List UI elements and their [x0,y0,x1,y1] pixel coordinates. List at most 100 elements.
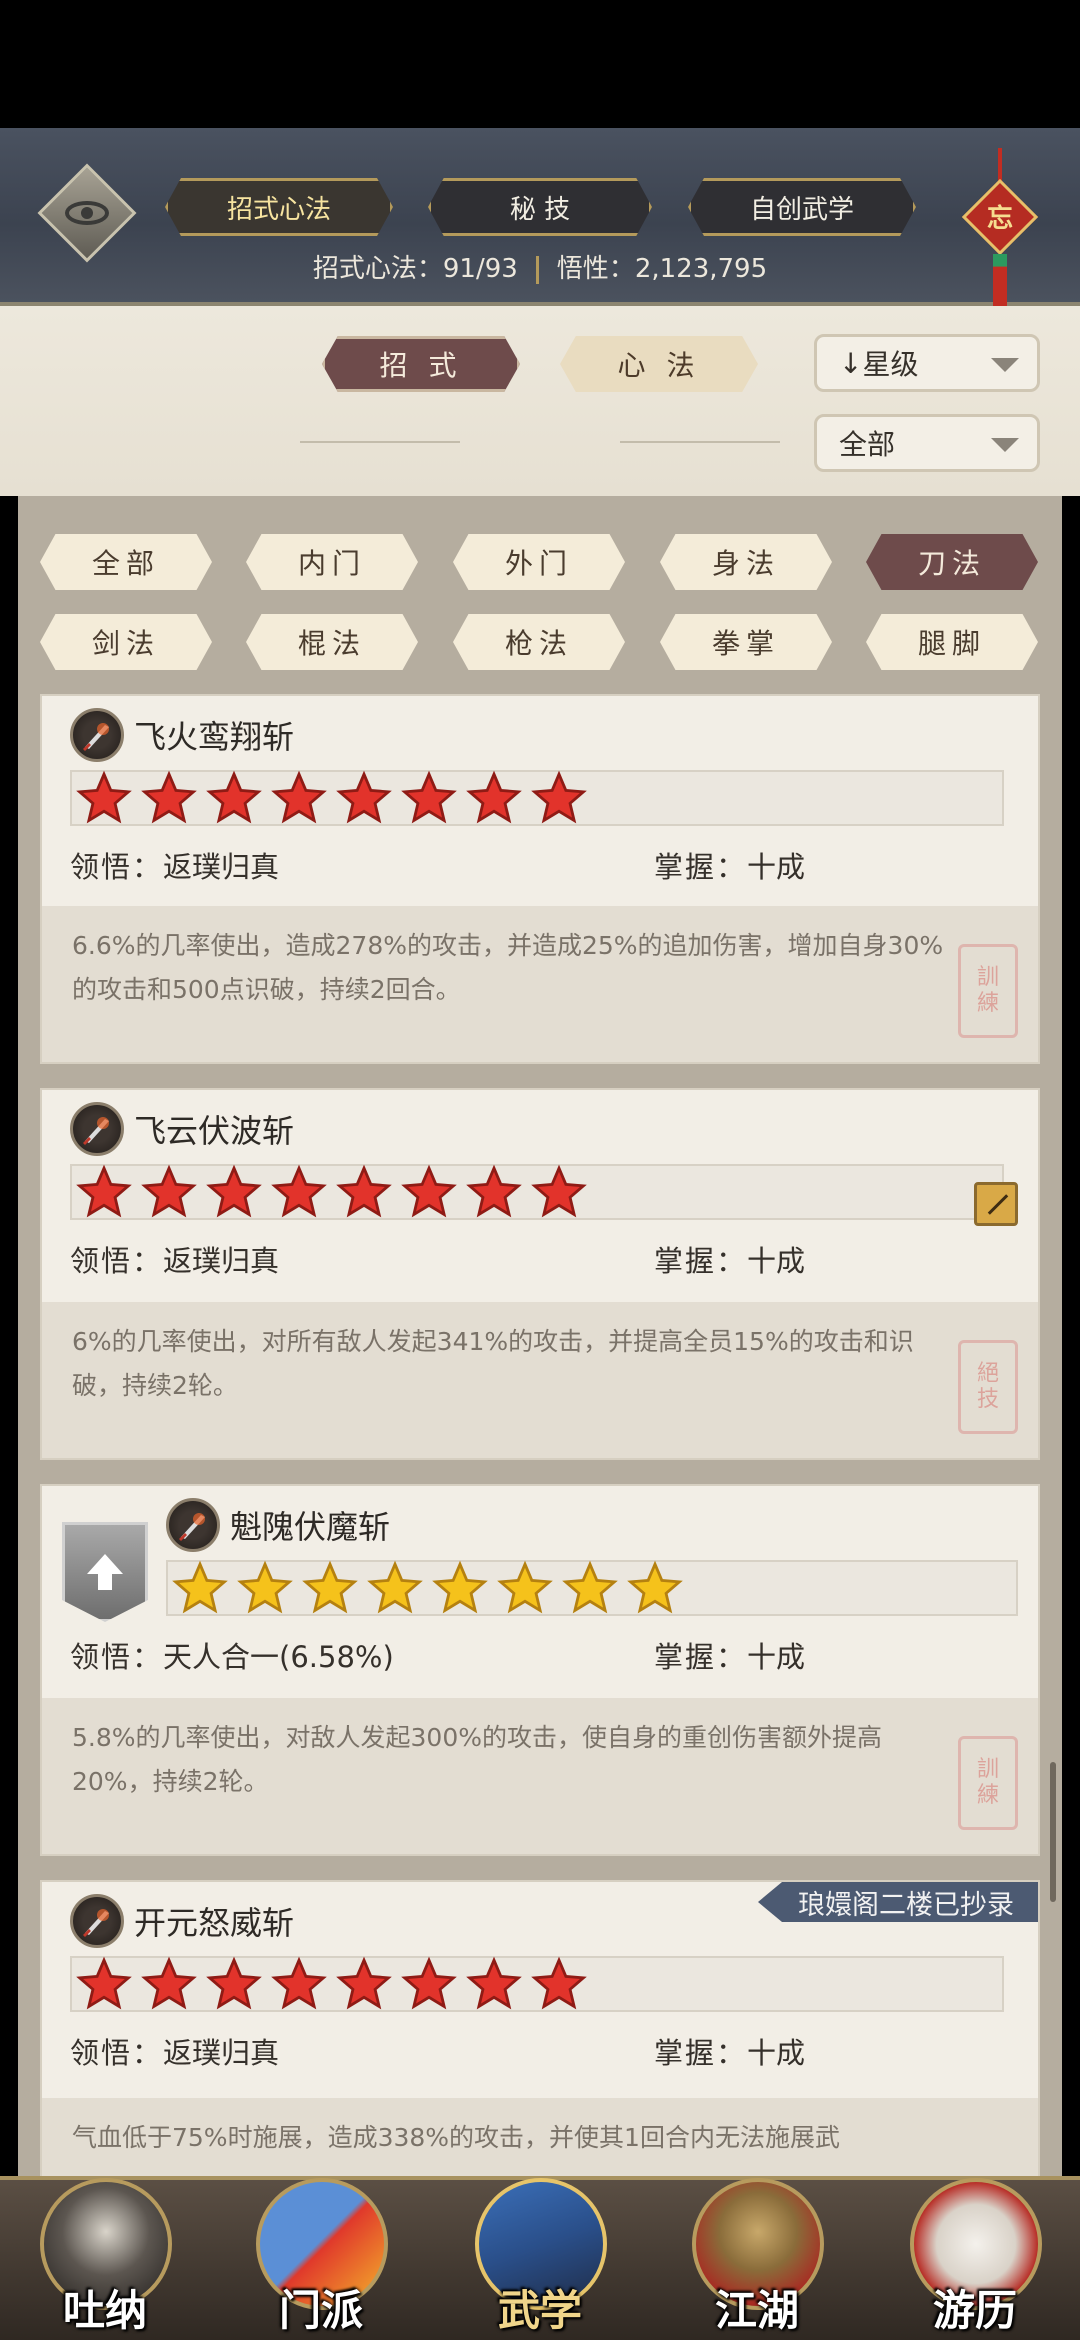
star-rating [70,1164,1004,1220]
skill-description: 5.8%的几率使出，对敌人发起300%的攻击，使自身的重创伤害额外提高20%，持… [42,1698,1038,1854]
category-chip-sword[interactable]: 剑法 [40,614,212,670]
seal-stamp-icon: 訓練 [958,1736,1018,1830]
mastery-value: 十成 [747,1640,806,1674]
insight-value: 2,123,795 [634,254,768,284]
nav-label: 江湖 [714,2286,799,2335]
skill-name: 飞云伏波斩 [134,1112,295,1150]
star-icon [562,1560,618,1614]
seal-stamp-icon: 絕技 [958,1340,1018,1434]
star-icon [141,770,197,824]
divider-right [620,441,780,443]
star-icon [271,770,327,824]
category-chip-spear[interactable]: 枪法 [453,614,625,670]
star-rating [166,1560,1018,1616]
tab-secret-skills[interactable]: 秘 技 [428,178,652,236]
star-icon [206,1956,262,2010]
comprehension-label: 领悟： [70,1640,164,1674]
star-icon [302,1560,358,1614]
mastery-label: 掌握： [654,850,748,884]
star-icon [497,1560,553,1614]
scope-dropdown[interactable]: 全部 [814,414,1040,472]
skill-card[interactable]: 飞云伏波斩 领悟：返璞归真 掌握：十成 6%的几率使出，对所有敌人发起341%的… [40,1088,1040,1460]
nav-travel[interactable]: 游历 [890,2170,1060,2340]
insight-label: 悟性： [556,254,635,284]
star-icon [336,1164,392,1218]
star-icon [206,770,262,824]
star-icon [401,1956,457,2010]
star-icon [206,1164,262,1218]
mastery-field: 掌握：十成 [654,1634,805,1676]
nav-jianghu[interactable]: 江湖 [672,2170,842,2340]
mastery-label: 掌握： [654,1244,748,1278]
nav-sect[interactable]: 门派 [236,2170,406,2340]
skill-name: 飞火鸾翔斩 [134,718,295,756]
chevron-down-icon [991,438,1019,452]
skill-name: 开元怒威斩 [134,1904,295,1942]
mastery-value: 十成 [747,850,806,884]
star-icon [271,1956,327,2010]
blade-skill-icon [70,708,124,762]
upgrade-arrow-icon[interactable] [62,1522,148,1622]
weapon-icon[interactable] [974,1182,1018,1226]
scope-label: 全部 [839,428,896,461]
category-chip-kick[interactable]: 腿脚 [866,614,1038,670]
copied-status-tag: 琅嬛阁二楼已抄录 [758,1882,1038,1922]
tab-self-created[interactable]: 自创武学 [688,178,916,236]
mastery-label: 掌握： [654,1640,748,1674]
skill-name: 魁隗伏魔斩 [230,1508,391,1546]
skill-list-panel: 全部 内门 外门 身法 刀法 剑法 棍法 枪法 拳掌 腿脚 飞火鸾翔斩 领悟：返… [18,496,1062,2176]
category-chip-fist[interactable]: 拳掌 [660,614,832,670]
star-rating [70,770,1004,826]
nav-meditation[interactable]: 吐纳 [20,2170,190,2340]
comprehension-value: 返璞归真 [163,1244,280,1278]
chevron-down-icon [991,358,1019,372]
star-icon [172,1560,228,1614]
star-icon [76,770,132,824]
star-icon [466,770,522,824]
category-chip-blade[interactable]: 刀法 [866,534,1038,590]
skill-card[interactable]: 琅嬛阁二楼已抄录 开元怒威斩 领悟：返璞归真 掌握：十成 气血低于75%时施展，… [40,1880,1040,2176]
nav-martial-arts[interactable]: 武学 [455,2170,625,2340]
description-text: 6.6%的几率使出，造成278%的攻击，并造成25%的追加伤害，增加自身30%的… [72,931,944,1004]
sort-arrow-icon: ↓ [839,346,863,380]
nav-label: 吐纳 [62,2286,147,2335]
scrollbar-thumb[interactable] [1050,1762,1056,1902]
category-chip-inner[interactable]: 内门 [246,534,418,590]
comprehension-field: 领悟：返璞归真 [70,2030,279,2072]
category-chip-movement[interactable]: 身法 [660,534,832,590]
comprehension-label: 领悟： [70,2036,164,2070]
category-chip-staff[interactable]: 棍法 [246,614,418,670]
description-text: 气血低于75%时施展，造成338%的攻击，并使其1回合内无法施展武 [72,2123,840,2152]
blade-skill-icon [166,1498,220,1552]
nav-label: 门派 [278,2286,363,2335]
star-icon [432,1560,488,1614]
star-icon [141,1956,197,2010]
tab-moves-methods[interactable]: 招式心法 [165,178,393,236]
filter-methods-button[interactable]: 心 法 [560,336,758,392]
mastery-value: 十成 [747,1244,806,1278]
seal-stamp-icon: 訓練 [958,944,1018,1038]
divider-left [300,441,460,443]
header: 招式心法 秘 技 自创武学 忘 招式心法：91/93 悟性：2,123,795 [0,128,1080,314]
sort-dropdown[interactable]: ↓ 星级 [814,334,1040,392]
stats-bar: 招式心法：91/93 悟性：2,123,795 [0,248,1080,285]
comprehension-label: 领悟： [70,850,164,884]
star-icon [76,1956,132,2010]
skill-description: 6.6%的几率使出，造成278%的攻击，并造成25%的追加伤害，增加自身30%的… [42,906,1038,1062]
comprehension-value: 返璞归真 [163,850,280,884]
filter-moves-button[interactable]: 招 式 [322,336,520,392]
category-chip-all[interactable]: 全部 [40,534,212,590]
star-icon [466,1956,522,2010]
mastery-label: 掌握： [654,2036,748,2070]
comprehension-label: 领悟： [70,1244,164,1278]
skill-card[interactable]: 飞火鸾翔斩 领悟：返璞归真 掌握：十成 6.6%的几率使出，造成278%的攻击，… [40,694,1040,1064]
star-icon [627,1560,683,1614]
star-rating [70,1956,1004,2012]
comprehension-value: 天人合一(6.58%) [163,1640,394,1674]
talisman-char: 忘 [986,204,1013,234]
skill-description: 6%的几率使出，对所有敌人发起341%的攻击，并提高全员15%的攻击和识破，持续… [42,1302,1038,1458]
mastery-field: 掌握：十成 [654,844,805,886]
skill-card[interactable]: 魁隗伏魔斩 领悟：天人合一(6.58%) 掌握：十成 5.8%的几率使出，对敌人… [40,1484,1040,1856]
category-chip-outer[interactable]: 外门 [453,534,625,590]
star-icon [531,770,587,824]
